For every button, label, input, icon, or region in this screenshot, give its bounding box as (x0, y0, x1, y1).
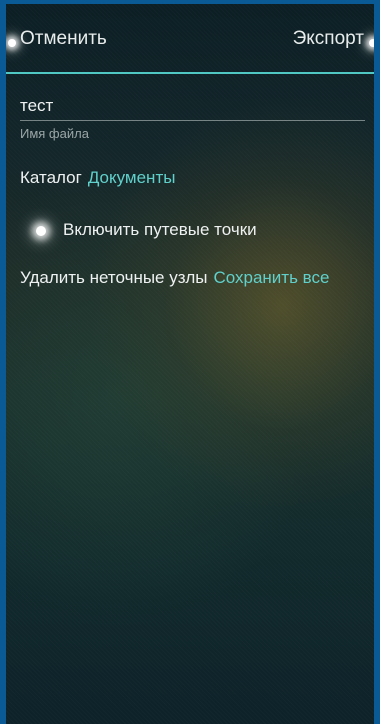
catalog-label: Каталог (20, 168, 82, 187)
export-indicator-icon (369, 39, 374, 47)
catalog-selector[interactable]: Документы (88, 168, 176, 187)
remove-nodes-label: Удалить неточные узлы (20, 268, 208, 287)
remove-nodes-selector[interactable]: Сохранить все (213, 268, 329, 287)
action-bar: Отменить Экспорт (6, 4, 374, 74)
waypoints-toggle[interactable]: Включить путевые точки (20, 216, 360, 244)
export-screen: Отменить Экспорт тест Имя файла Каталог Д… (6, 4, 374, 724)
remove-nodes-row: Удалить неточные узлы Сохранить все (20, 268, 329, 288)
checkbox-on-icon (36, 226, 46, 236)
catalog-row: Каталог Документы (20, 168, 175, 188)
cancel-button[interactable]: Отменить (20, 28, 107, 50)
cancel-indicator-icon (8, 39, 16, 47)
filename-input[interactable]: тест (20, 96, 53, 116)
filename-hint: Имя файла (20, 126, 89, 141)
filename-underline (20, 120, 365, 121)
waypoints-label: Включить путевые точки (63, 220, 257, 239)
export-button[interactable]: Экспорт (293, 28, 364, 50)
